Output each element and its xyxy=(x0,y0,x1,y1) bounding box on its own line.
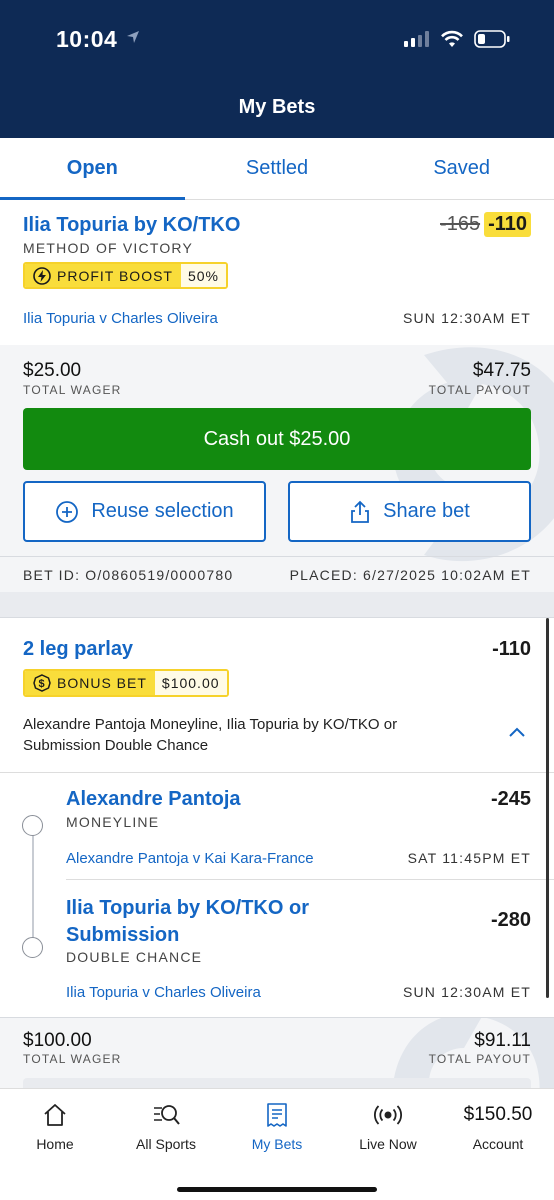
leg-marker xyxy=(22,815,43,836)
lightning-icon xyxy=(33,266,51,285)
leg-selection: Alexandre Pantoja xyxy=(66,788,241,810)
app-header: 10:04 My Bets xyxy=(0,0,554,138)
leg-event-time: SUN 12:30AM ET xyxy=(402,984,531,1000)
status-icons xyxy=(404,30,510,48)
leg-marker xyxy=(22,937,43,958)
tab-open[interactable]: Open xyxy=(0,138,185,200)
leg-event-time: SAT 11:45PM ET xyxy=(407,850,531,866)
profit-boost-badge: PROFIT BOOST 50% xyxy=(23,262,229,289)
reuse-selection-label: Reuse selection xyxy=(91,500,234,522)
plus-circle-icon xyxy=(56,500,79,523)
placed-time: PLACED: 6/27/2025 10:02AM ET xyxy=(289,567,531,583)
parlay-summary: $100.00 TOTAL WAGER $91.11 TOTAL PAYOUT xyxy=(0,1017,554,1088)
tab-settled[interactable]: Settled xyxy=(185,138,370,199)
total-payout-label: TOTAL PAYOUT xyxy=(428,383,531,397)
event-time: SUN 12:30AM ET xyxy=(402,310,531,326)
bet-odds-group: -165 -110 xyxy=(440,212,531,237)
dollar-coin-icon: $ xyxy=(33,674,51,692)
bonus-bet-badge: $ BONUS BET $100.00 xyxy=(23,669,229,697)
share-bet-label: Share bet xyxy=(383,500,470,522)
total-wager-label: TOTAL WAGER xyxy=(23,383,122,397)
profit-boost-label: PROFIT BOOST xyxy=(57,267,173,284)
svg-text:$: $ xyxy=(38,678,45,690)
bonus-bet-value: $100.00 xyxy=(154,671,227,695)
profit-boost-value: 50% xyxy=(180,264,227,287)
bet-market: METHOD OF VICTORY xyxy=(23,240,194,256)
share-bet-button[interactable]: Share bet xyxy=(288,481,531,542)
bet-id: BET ID: O/0860519/0000780 xyxy=(23,567,234,583)
bet-slip-icon xyxy=(267,1103,287,1127)
bottom-nav: Home All Sports My Bets Live Now $150.50… xyxy=(0,1088,554,1200)
share-icon xyxy=(351,500,370,523)
parlay-odds: -110 xyxy=(492,638,531,660)
bet-card-single: Ilia Topuria by KO/TKO -165 -110 METHOD … xyxy=(0,200,554,345)
nav-live-now-label: Live Now xyxy=(359,1136,417,1152)
parlay-title: 2 leg parlay xyxy=(23,638,134,660)
signal-icon xyxy=(404,31,429,47)
original-odds: -165 xyxy=(440,213,481,235)
divider xyxy=(0,556,554,557)
leg-market: DOUBLE CHANCE xyxy=(66,949,203,965)
status-time: 10:04 xyxy=(56,26,118,52)
total-payout-label: TOTAL PAYOUT xyxy=(428,1052,531,1066)
bet-selection: Ilia Topuria by KO/TKO xyxy=(23,214,241,236)
total-payout-amount: $91.11 xyxy=(474,1030,531,1051)
wifi-icon xyxy=(441,30,463,47)
live-broadcast-icon xyxy=(374,1105,402,1125)
tab-saved[interactable]: Saved xyxy=(369,138,554,199)
nav-all-sports-label: All Sports xyxy=(136,1136,196,1152)
bonus-bet-label: BONUS BET xyxy=(57,675,147,691)
chevron-up-icon[interactable] xyxy=(508,726,526,738)
boosted-odds: -110 xyxy=(484,212,531,237)
event-link[interactable]: Ilia Topuria v Charles Oliveira xyxy=(23,310,218,327)
total-payout-amount: $47.75 xyxy=(472,360,531,381)
bets-list[interactable]: Ilia Topuria by KO/TKO -165 -110 METHOD … xyxy=(0,200,554,1088)
nav-home-label: Home xyxy=(36,1136,74,1152)
account-balance: $150.50 xyxy=(463,1104,533,1125)
battery-icon xyxy=(474,30,510,48)
nav-account-label: Account xyxy=(472,1136,524,1152)
divider xyxy=(66,879,554,880)
leg-event-link[interactable]: Ilia Topuria v Charles Oliveira xyxy=(66,984,261,1001)
leg-selection: Ilia Topuria by KO/TKO or Submission xyxy=(66,897,309,946)
bet-card-parlay: 2 leg parlay -110 $ BONUS BET $100.00 Al… xyxy=(0,617,554,1017)
leg-timeline xyxy=(32,833,34,948)
home-icon xyxy=(44,1104,66,1126)
leg-event-link[interactable]: Alexandre Pantoja v Kai Kara-France xyxy=(66,850,314,867)
nav-my-bets-label: My Bets xyxy=(251,1136,303,1152)
total-wager-amount: $25.00 xyxy=(23,360,82,381)
page-title: My Bets xyxy=(238,96,316,118)
leg-odds: -280 xyxy=(490,909,531,931)
leg-odds: -245 xyxy=(490,788,531,810)
divider xyxy=(0,772,554,773)
cash-out-button[interactable] xyxy=(23,1078,531,1088)
scrollbar[interactable] xyxy=(546,618,549,998)
total-wager-label: TOTAL WAGER xyxy=(23,1052,122,1066)
search-sports-icon xyxy=(154,1105,180,1125)
reuse-selection-button[interactable]: Reuse selection xyxy=(23,481,266,542)
location-arrow-icon xyxy=(126,30,140,49)
total-wager-amount: $100.00 xyxy=(23,1030,92,1051)
home-indicator xyxy=(177,1187,377,1192)
parlay-description: Alexandre Pantoja Moneyline, Ilia Topuri… xyxy=(23,716,398,754)
leg-market: MONEYLINE xyxy=(66,814,160,830)
bets-tabs: Open Settled Saved xyxy=(0,138,554,200)
cash-out-button[interactable]: Cash out $25.00 xyxy=(23,408,531,470)
